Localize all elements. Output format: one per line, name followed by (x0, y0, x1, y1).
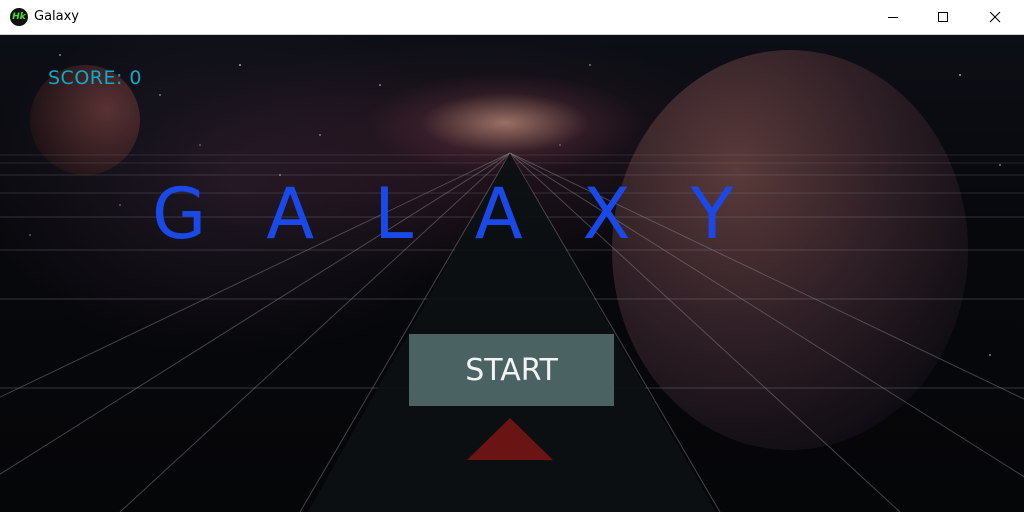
maximize-button[interactable] (920, 0, 966, 34)
score-label: SCORE: 0 (48, 67, 143, 89)
game-canvas[interactable]: SCORE: 0 GALAXY START (0, 35, 1024, 512)
game-title: GALAXY (152, 173, 794, 255)
close-button[interactable] (972, 0, 1018, 34)
app-window: Hk Galaxy SCORE: 0 GALAXY START (0, 0, 1024, 512)
minimize-icon (888, 17, 898, 18)
title-bar[interactable]: Hk Galaxy (0, 0, 1024, 35)
maximize-icon (938, 12, 948, 22)
start-button[interactable]: START (409, 334, 614, 406)
window-title: Galaxy (34, 9, 80, 24)
space-backdrop (0, 50, 1024, 512)
minimize-button[interactable] (870, 0, 916, 34)
app-icon: Hk (10, 8, 28, 26)
close-icon (989, 11, 1001, 23)
